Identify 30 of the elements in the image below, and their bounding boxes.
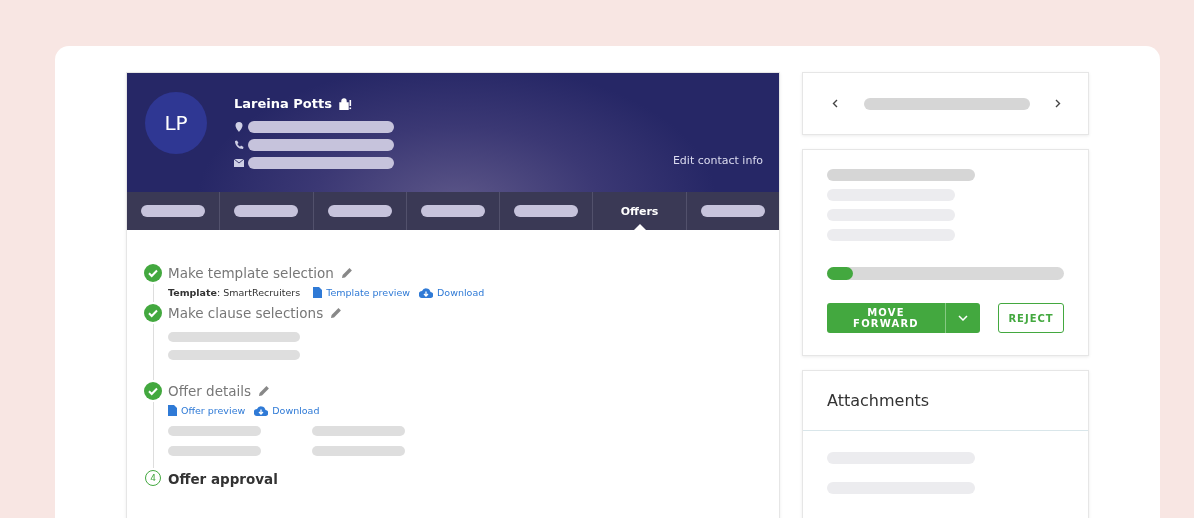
- phone-icon: [234, 140, 244, 150]
- step-title: Make template selection: [168, 265, 334, 281]
- mail-icon: [234, 159, 244, 167]
- cloud-download-icon: [254, 405, 269, 416]
- link[interactable]: Template preview: [326, 287, 411, 298]
- location-pin-icon: [234, 122, 244, 132]
- link[interactable]: Download: [272, 405, 320, 416]
- avatar: LP: [145, 92, 207, 154]
- edit-icon[interactable]: [330, 307, 343, 319]
- edit-icon[interactable]: [340, 267, 353, 279]
- reject-button[interactable]: REJECT: [998, 303, 1064, 333]
- cloud-download-icon: [419, 287, 434, 298]
- candidate-name: Lareina Potts: [234, 96, 332, 111]
- edit-contact-link[interactable]: Edit contact info: [672, 154, 763, 167]
- link[interactable]: Offer preview: [181, 405, 246, 416]
- document-icon: [313, 287, 323, 298]
- chevron-right-icon[interactable]: [1055, 99, 1061, 108]
- document-icon: [168, 405, 177, 416]
- step-title: Make clause selections: [168, 305, 324, 321]
- edit-icon[interactable]: [258, 385, 271, 397]
- step-title: Offer approval: [168, 471, 278, 487]
- caret-icon: [958, 315, 968, 321]
- template-note: Template: SmartRecruiters: [168, 287, 301, 298]
- attachments-title: Attachments: [803, 371, 1088, 431]
- lock-icon: [337, 97, 352, 110]
- step-title: Offer details: [168, 383, 252, 399]
- move-forward-button[interactable]: MOVE FORWARD: [827, 303, 946, 333]
- chevron-left-icon[interactable]: [832, 99, 838, 108]
- link[interactable]: Download: [437, 287, 485, 298]
- tab[interactable]: Offers: [593, 192, 687, 230]
